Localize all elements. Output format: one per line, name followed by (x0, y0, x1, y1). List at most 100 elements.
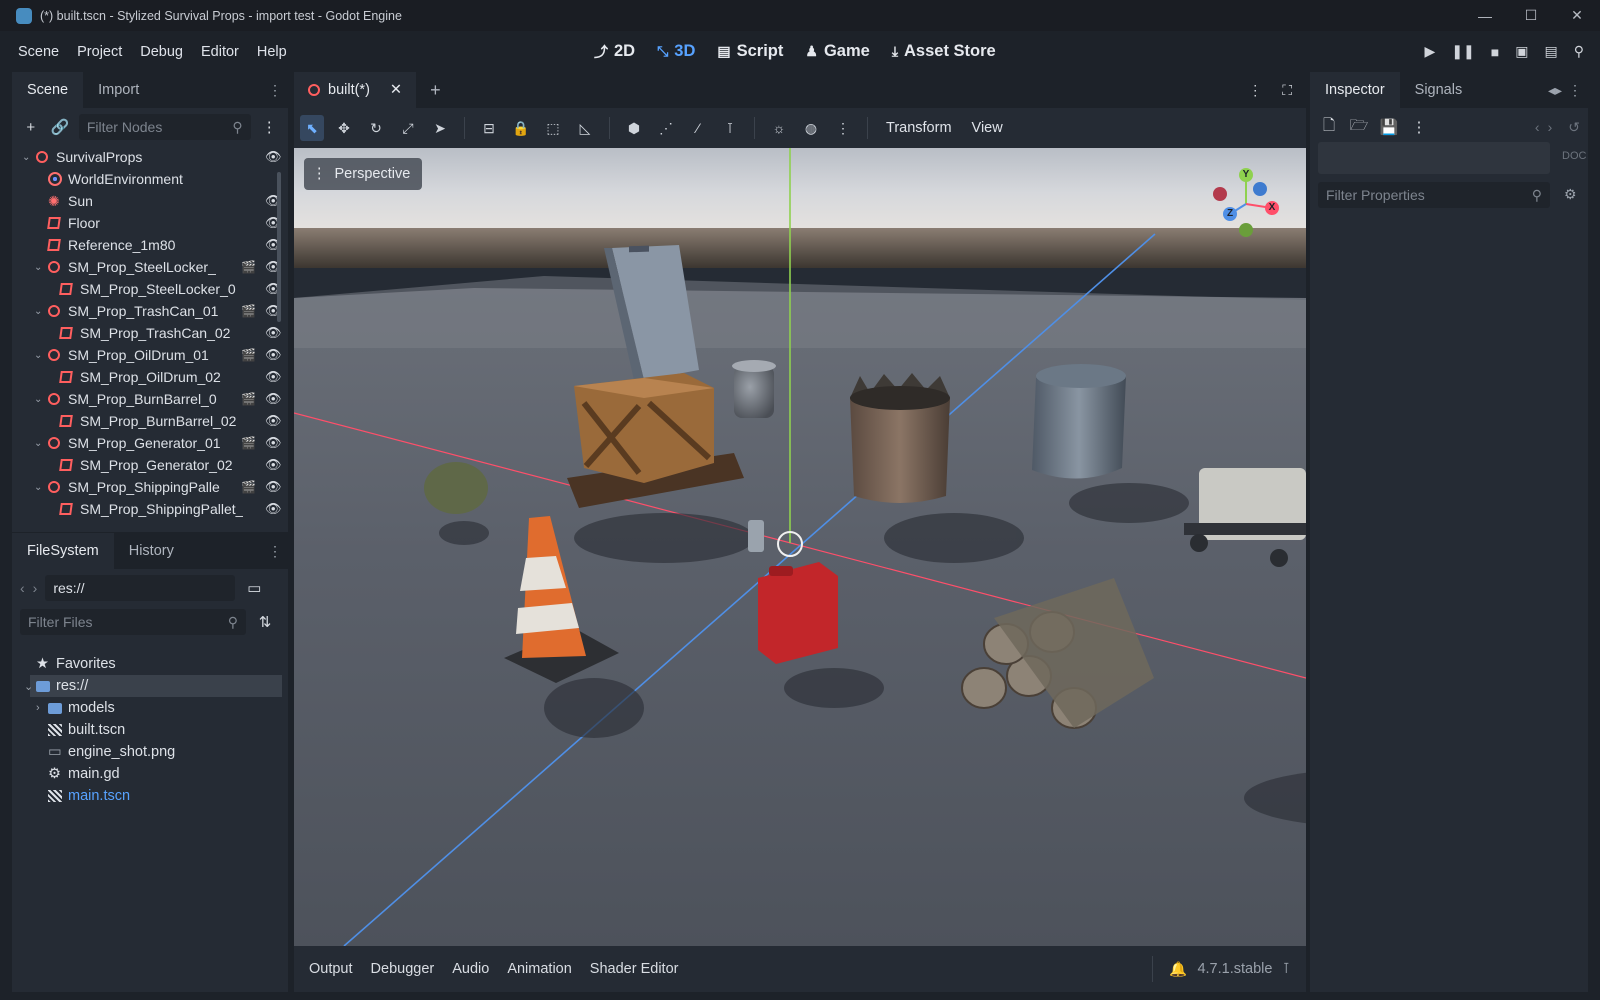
add-node-icon[interactable]: + (20, 116, 41, 138)
open-in-editor-icon[interactable]: 🎬 (241, 348, 256, 362)
file-item[interactable]: ★ Favorites (12, 653, 282, 675)
move-mode-icon[interactable]: ✥ (332, 115, 356, 141)
tree-scrollbar[interactable] (277, 172, 281, 322)
expand-arrow-icon[interactable]: ⌄ (34, 394, 46, 405)
workspace-2d[interactable]: ⤴ 2D (594, 42, 635, 62)
scene-node[interactable]: ⌄ SM_Prop_Generator_01 🎬 👁 (12, 432, 282, 454)
scene-node[interactable]: SM_Prop_SteelLocker_0 👁 (12, 278, 282, 300)
expand-arrow-icon[interactable]: ⌄ (34, 306, 46, 317)
filter-properties-input[interactable]: Filter Properties ⚲ (1318, 182, 1550, 208)
open-in-editor-icon[interactable]: 🎬 (241, 304, 256, 318)
expand-arrow-icon[interactable]: ⌄ (34, 350, 46, 361)
new-tab-icon[interactable]: + (416, 72, 455, 108)
viewport-menu-icon[interactable]: ⋮ (831, 115, 855, 141)
scene-node[interactable]: ⌄ SM_Prop_OilDrum_01 🎬 👁 (12, 344, 282, 366)
split-view-icon[interactable]: ▭ (243, 577, 265, 599)
3d-viewport[interactable]: ⋮ Perspective Y X Z (294, 148, 1306, 946)
tab-shader-editor[interactable]: Shader Editor (581, 961, 688, 977)
visibility-eye-icon[interactable]: 👁 (265, 457, 282, 473)
pin-icon[interactable]: ⊺ (718, 115, 742, 141)
visibility-eye-icon[interactable]: 👁 (265, 479, 282, 495)
scene-node[interactable]: Floor 👁 (12, 212, 282, 234)
path-field[interactable]: res:// (45, 575, 236, 601)
gizmo-x[interactable]: X (1265, 201, 1279, 215)
close-tab-icon[interactable]: ✕ (390, 82, 402, 98)
expand-arrow-icon[interactable]: ⌄ (34, 482, 46, 493)
scene-dock-menu-icon[interactable]: ⋮ (259, 116, 280, 138)
fs-dock-menu-icon[interactable]: ⋮ (262, 533, 288, 569)
scene-node[interactable]: WorldEnvironment (12, 168, 282, 190)
close-window-icon[interactable]: ✕ (1554, 0, 1600, 31)
workspace-asset-store[interactable]: ⤓ Asset Store (892, 42, 996, 61)
expand-arrow-icon[interactable]: › (36, 702, 40, 714)
environment-preview-icon[interactable]: ◍ (799, 115, 823, 141)
scale-mode-icon[interactable]: ⤢ (396, 115, 420, 141)
file-item[interactable]: ⌄ res:// (24, 675, 282, 697)
filter-files-input[interactable]: Filter Files ⚲ (20, 609, 246, 635)
file-item[interactable]: ⚙ main.gd (12, 763, 282, 785)
visibility-eye-icon[interactable]: 👁 (265, 369, 282, 385)
snap-icon[interactable]: ⋰ (654, 115, 678, 141)
visibility-eye-icon[interactable]: 👁 (265, 391, 282, 407)
workspace-3d[interactable]: ⤡ 3D (657, 42, 695, 61)
open-in-editor-icon[interactable]: 🎬 (241, 392, 256, 406)
tab-debugger[interactable]: Debugger (362, 961, 444, 977)
select-mode-icon[interactable]: ⬉ (300, 115, 324, 141)
scene-node[interactable]: SM_Prop_OilDrum_02 👁 (12, 366, 282, 388)
menu-help[interactable]: Help (248, 44, 296, 60)
scene-node[interactable]: SM_Prop_ShippingPallet_ 👁 (12, 498, 282, 520)
perspective-menu[interactable]: ⋮ Perspective (304, 158, 423, 190)
ruler-icon[interactable]: ◺ (573, 115, 597, 141)
expand-arrow-icon[interactable]: ⌄ (34, 262, 46, 273)
visibility-eye-icon[interactable]: 👁 (265, 347, 282, 363)
open-in-editor-icon[interactable]: 🎬 (241, 480, 256, 494)
scene-node[interactable]: SM_Prop_TrashCan_02 👁 (12, 322, 282, 344)
property-settings-icon[interactable]: ⚙ (1564, 186, 1577, 203)
play-icon[interactable]: ▶ (1425, 43, 1436, 60)
list-select-icon[interactable]: ➤ (428, 115, 452, 141)
lock-icon[interactable]: 🔒 (509, 115, 533, 141)
inspector-menu-icon[interactable]: ⋮ (1568, 82, 1582, 99)
history-icon[interactable]: ↺ (1568, 119, 1580, 136)
dock-move-icon[interactable]: ◂▸ (1548, 82, 1562, 99)
scene-node[interactable]: ✺ Sun 👁 (12, 190, 282, 212)
instance-scene-icon[interactable]: 🔗 (49, 116, 70, 138)
ruler-mode-icon[interactable]: ⊟ (477, 115, 501, 141)
scene-node[interactable]: Reference_1m80 👁 (12, 234, 282, 256)
doc-icon[interactable]: DOC (1562, 150, 1586, 162)
history-back-icon[interactable]: ‹ (1535, 119, 1540, 135)
tab-animation[interactable]: Animation (498, 961, 580, 977)
menu-editor[interactable]: Editor (192, 44, 248, 60)
scene-tab-built[interactable]: built(*) ✕ (294, 72, 417, 108)
pause-icon[interactable]: ❚❚ (1451, 43, 1474, 60)
open-in-editor-icon[interactable]: 🎬 (241, 436, 256, 450)
workspace-game[interactable]: ♟ Game (805, 42, 869, 61)
scene-node[interactable]: SM_Prop_Generator_02 👁 (12, 454, 282, 476)
transform-menu[interactable]: Transform (880, 120, 958, 136)
play-scene-icon[interactable]: ▣ (1515, 43, 1528, 60)
visibility-eye-icon[interactable]: 👁 (265, 435, 282, 451)
object-selector[interactable] (1318, 142, 1550, 174)
preview-environment-icon[interactable]: ⁄ (686, 115, 710, 141)
open-in-editor-icon[interactable]: 🎬 (241, 260, 256, 274)
menu-project[interactable]: Project (68, 44, 131, 60)
workspace-script[interactable]: ▤ Script (717, 42, 783, 61)
gizmo-y[interactable]: Y (1239, 168, 1253, 182)
expand-arrow-icon[interactable]: ⌄ (24, 680, 33, 693)
history-forward-icon[interactable]: › (1548, 119, 1553, 135)
tab-inspector[interactable]: Inspector (1310, 72, 1400, 108)
file-item[interactable]: main.tscn (12, 785, 282, 807)
scene-node[interactable]: SM_Prop_BurnBarrel_02 👁 (12, 410, 282, 432)
tab-scene[interactable]: Scene (12, 72, 84, 108)
visibility-eye-icon[interactable]: 👁 (265, 149, 282, 165)
notification-bell-icon[interactable]: 🔔 (1169, 961, 1187, 978)
sort-icon[interactable]: ⇅ (254, 611, 276, 633)
scene-node[interactable]: ⌄ SM_Prop_TrashCan_01 🎬 👁 (12, 300, 282, 322)
file-item[interactable]: ▭ engine_shot.png (12, 741, 282, 763)
scene-node[interactable]: ⌄ SurvivalProps 👁 (12, 146, 282, 168)
scene-node[interactable]: ⌄ SM_Prop_BurnBarrel_0 🎬 👁 (12, 388, 282, 410)
scene-node[interactable]: ⌄ SM_Prop_SteelLocker_ 🎬 👁 (12, 256, 282, 278)
menu-debug[interactable]: Debug (131, 44, 192, 60)
menu-scene[interactable]: Scene (9, 44, 68, 60)
visibility-eye-icon[interactable]: 👁 (265, 413, 282, 429)
